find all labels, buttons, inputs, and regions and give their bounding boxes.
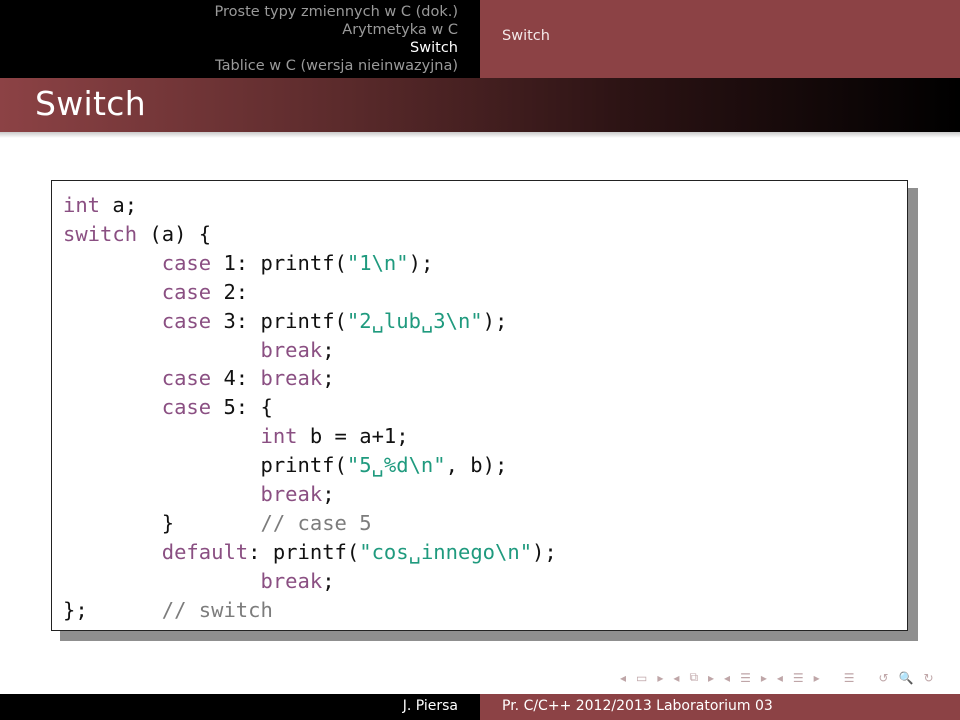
header-subsection-panel: Switch: [480, 0, 960, 78]
code-text: ;: [322, 337, 335, 362]
code-line: int a;: [63, 191, 557, 220]
code-string: "2␣lub␣3\n": [346, 308, 483, 333]
code-listing: int a; switch (a) { case 1: printf("1\n")…: [63, 191, 557, 625]
code-line: case 3: printf("2␣lub␣3\n");: [63, 307, 557, 336]
code-text: 3: printf(: [211, 308, 347, 333]
search-icon[interactable]: 🔍: [899, 671, 914, 685]
footer-author-panel: J. Piersa: [0, 694, 480, 720]
code-keyword: case: [161, 366, 212, 391]
beamer-navigation-bar: ◂ ▭ ▸ ◂ ⧉ ▸ ◂ ☰ ▸ ◂ ☰ ▸ ☰ ↺ 🔍 ↻: [620, 670, 934, 685]
subsection-icon[interactable]: ⧉: [689, 670, 698, 685]
code-line: case 2:: [63, 278, 557, 307]
code-keyword: case: [161, 279, 212, 304]
code-text: a;: [100, 193, 138, 217]
code-keyword: case: [161, 308, 212, 333]
code-string: "1\n": [346, 250, 409, 275]
toc-icon[interactable]: ☰: [844, 671, 855, 685]
nav-right-arrow[interactable]: ▸: [708, 671, 714, 685]
nav-left-arrow[interactable]: ◂: [777, 671, 783, 685]
title-shadow: [0, 132, 960, 138]
section-link[interactable]: Proste typy zmiennych w C (dok.): [215, 3, 458, 21]
nav-left-arrow[interactable]: ◂: [620, 671, 626, 685]
code-text: 5: {: [211, 395, 273, 420]
nav-right-arrow[interactable]: ▸: [657, 671, 663, 685]
code-text: 2:: [211, 279, 249, 304]
section-icon[interactable]: ☰: [740, 671, 751, 685]
nav-left-arrow[interactable]: ◂: [724, 671, 730, 685]
code-line: int b = a+1;: [63, 422, 557, 451]
code-text: }: [63, 510, 261, 535]
subsection-link[interactable]: Switch: [502, 28, 550, 44]
code-text: 1: printf(: [211, 250, 347, 275]
section-navigation: Proste typy zmiennych w C (dok.) Arytmet…: [215, 3, 458, 75]
forward-icon[interactable]: ↻: [923, 671, 933, 685]
back-icon[interactable]: ↺: [878, 671, 888, 685]
code-keyword: case: [161, 250, 212, 275]
code-text: 4:: [211, 366, 261, 391]
code-keyword: default: [161, 539, 249, 564]
code-text: );: [408, 250, 434, 275]
code-line: break;: [63, 336, 557, 365]
code-line: }; // switch: [63, 596, 557, 625]
code-keyword: break: [260, 482, 323, 507]
code-text: );: [482, 308, 508, 333]
code-line: switch (a) {: [63, 220, 557, 249]
nav-right-arrow[interactable]: ▸: [814, 671, 820, 685]
code-text: );: [532, 539, 557, 564]
section-link[interactable]: Arytmetyka w C: [215, 21, 458, 39]
code-line: } // case 5: [63, 509, 557, 538]
code-line: case 4: break;: [63, 364, 557, 393]
code-text: };: [63, 597, 162, 622]
section-link[interactable]: Tablice w C (wersja nieinwazyjna): [215, 57, 458, 75]
code-text: b = a+1;: [297, 424, 409, 449]
header-sections-panel: Proste typy zmiennych w C (dok.) Arytmet…: [0, 0, 480, 78]
code-comment: // case 5: [260, 510, 372, 535]
code-text: (a) {: [137, 221, 212, 246]
code-line: case 5: {: [63, 393, 557, 422]
code-line: break;: [63, 567, 557, 596]
code-comment: // switch: [161, 597, 273, 622]
code-line: break;: [63, 480, 557, 509]
frame-title-bar: Switch: [0, 78, 960, 132]
nav-left-arrow[interactable]: ◂: [673, 671, 679, 685]
code-string: "5␣%d\n": [346, 453, 446, 478]
frame-title: Switch: [35, 84, 146, 123]
code-line: printf("5␣%d\n", b);: [63, 451, 557, 480]
code-line: case 1: printf("1\n");: [63, 249, 557, 278]
code-keyword: break: [260, 337, 323, 362]
code-text: , b);: [445, 453, 508, 478]
code-keyword: int: [63, 193, 101, 217]
section-link-active[interactable]: Switch: [215, 39, 458, 57]
code-string: "cos␣innego\n": [359, 539, 533, 564]
frame-icon[interactable]: ▭: [636, 671, 647, 685]
presentation-icon[interactable]: ☰: [793, 671, 804, 685]
code-line: default: printf("cos␣innego\n");: [63, 538, 557, 567]
code-keyword: break: [260, 568, 323, 593]
code-keyword: break: [260, 366, 323, 391]
code-text: : printf(: [248, 539, 360, 564]
code-keyword: int: [260, 424, 298, 449]
code-text: printf(: [63, 453, 347, 478]
code-text: ;: [322, 568, 335, 593]
footer-title-panel: Pr. C/C++ 2012/2013 Laboratorium 03: [480, 694, 960, 720]
code-text: ;: [322, 366, 335, 391]
code-keyword: case: [161, 395, 212, 420]
footer-author: J. Piersa: [402, 698, 458, 714]
code-keyword: switch: [63, 221, 138, 246]
code-box: int a; switch (a) { case 1: printf("1\n")…: [51, 180, 908, 631]
code-text: ;: [322, 482, 335, 507]
footer-title: Pr. C/C++ 2012/2013 Laboratorium 03: [502, 698, 773, 714]
nav-right-arrow[interactable]: ▸: [761, 671, 767, 685]
